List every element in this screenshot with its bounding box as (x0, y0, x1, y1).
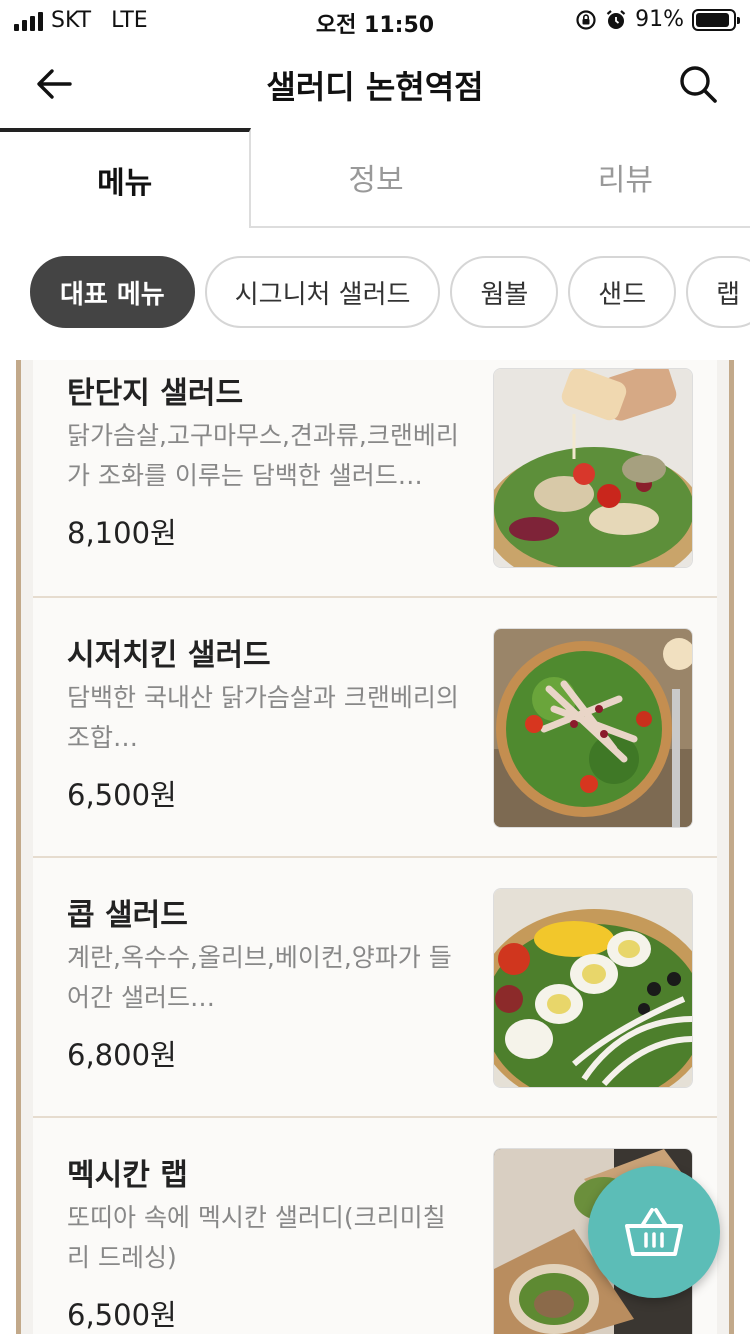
battery-percent: 91% (635, 7, 684, 32)
menu-item-name: 콥 샐러드 (67, 898, 188, 933)
chip-sandwich[interactable]: 샌드 (568, 256, 677, 328)
menu-item-tandanji-salad[interactable]: 탄단지 샐러드 닭가슴살,고구마무스,견과류,크랜베리 가 조화를 이루는 담백… (33, 360, 717, 598)
tab-menu[interactable]: 메뉴 (0, 128, 252, 228)
store-tabs: 메뉴 정보 리뷰 (0, 128, 750, 228)
status-right: 91% (575, 7, 740, 32)
description-line: 가 조화를 이루는 담백한 샐러드… (67, 461, 423, 490)
chip-warm-bowl[interactable]: 웜볼 (450, 256, 559, 328)
chip-wrap[interactable]: 랩 (686, 256, 750, 328)
menu-item-name: 탄단지 샐러드 (67, 376, 244, 411)
menu-item-photo (493, 888, 693, 1088)
app-header: 샐러디 논현역점 (0, 40, 750, 128)
category-chips: 대표 메뉴 시그니처 샐러드 웜볼 샌드 랩 (30, 256, 750, 330)
chip-signature-salad[interactable]: 시그니처 샐러드 (204, 256, 441, 328)
menu-item-name: 시저치킨 샐러드 (67, 638, 271, 673)
menu-item-photo (493, 368, 693, 568)
search-icon (680, 66, 717, 103)
cart-button[interactable] (588, 1166, 720, 1298)
description-line: 어간 샐러드… (67, 983, 215, 1012)
status-bar: SKT LTE 오전 11:50 91% (0, 0, 750, 40)
menu-item-price: 6,800원 (67, 1038, 177, 1072)
salad-photo (494, 369, 692, 567)
menu-item-description: 담백한 국내산 닭가슴살과 크랜베리의 조합… (67, 678, 477, 758)
description-line: 리 드레싱) (67, 1243, 177, 1272)
basket-icon (625, 1208, 683, 1256)
menu-item-description: 계란,옥수수,올리브,베이컨,양파가 들 어간 샐러드… (67, 938, 477, 1018)
description-line: 조합… (67, 723, 139, 752)
menu-item-price: 6,500원 (67, 1298, 177, 1332)
menu-item-photo (493, 628, 693, 828)
description-line: 계란,옥수수,올리브,베이컨,양파가 들 (67, 943, 452, 972)
battery-fill (696, 12, 729, 27)
menu-item-price: 6,500원 (67, 778, 177, 812)
menu-item-description: 또띠아 속에 멕시칸 샐러디(크리미칠 리 드레싱) (67, 1198, 477, 1278)
menu-item-description: 닭가슴살,고구마무스,견과류,크랜베리 가 조화를 이루는 담백한 샐러드… (67, 416, 477, 496)
menu-item-price: 8,100원 (67, 516, 177, 550)
rotation-lock-icon (576, 9, 596, 30)
description-line: 또띠아 속에 멕시칸 샐러디(크리미칠 (67, 1203, 446, 1232)
salad-photo (494, 889, 692, 1087)
menu-item-cobb-salad[interactable]: 콥 샐러드 계란,옥수수,올리브,베이컨,양파가 들 어간 샐러드… 6,800… (33, 858, 717, 1118)
salad-photo (494, 629, 692, 827)
alarm-icon (606, 9, 626, 29)
menu-item-caesar-chicken-salad[interactable]: 시저치킨 샐러드 담백한 국내산 닭가슴살과 크랜베리의 조합… 6,500원 (33, 598, 717, 858)
description-line: 담백한 국내산 닭가슴살과 크랜베리의 (67, 683, 459, 712)
description-line: 닭가슴살,고구마무스,견과류,크랜베리 (67, 421, 459, 450)
battery-icon (692, 8, 740, 31)
tab-info[interactable]: 정보 (251, 128, 501, 228)
search-button[interactable] (674, 60, 722, 108)
page-title: 샐러디 논현역점 (266, 68, 484, 106)
tab-reviews[interactable]: 리뷰 (500, 128, 750, 228)
menu-item-name: 멕시칸 랩 (67, 1158, 188, 1193)
chip-signature-menu[interactable]: 대표 메뉴 (30, 256, 195, 328)
